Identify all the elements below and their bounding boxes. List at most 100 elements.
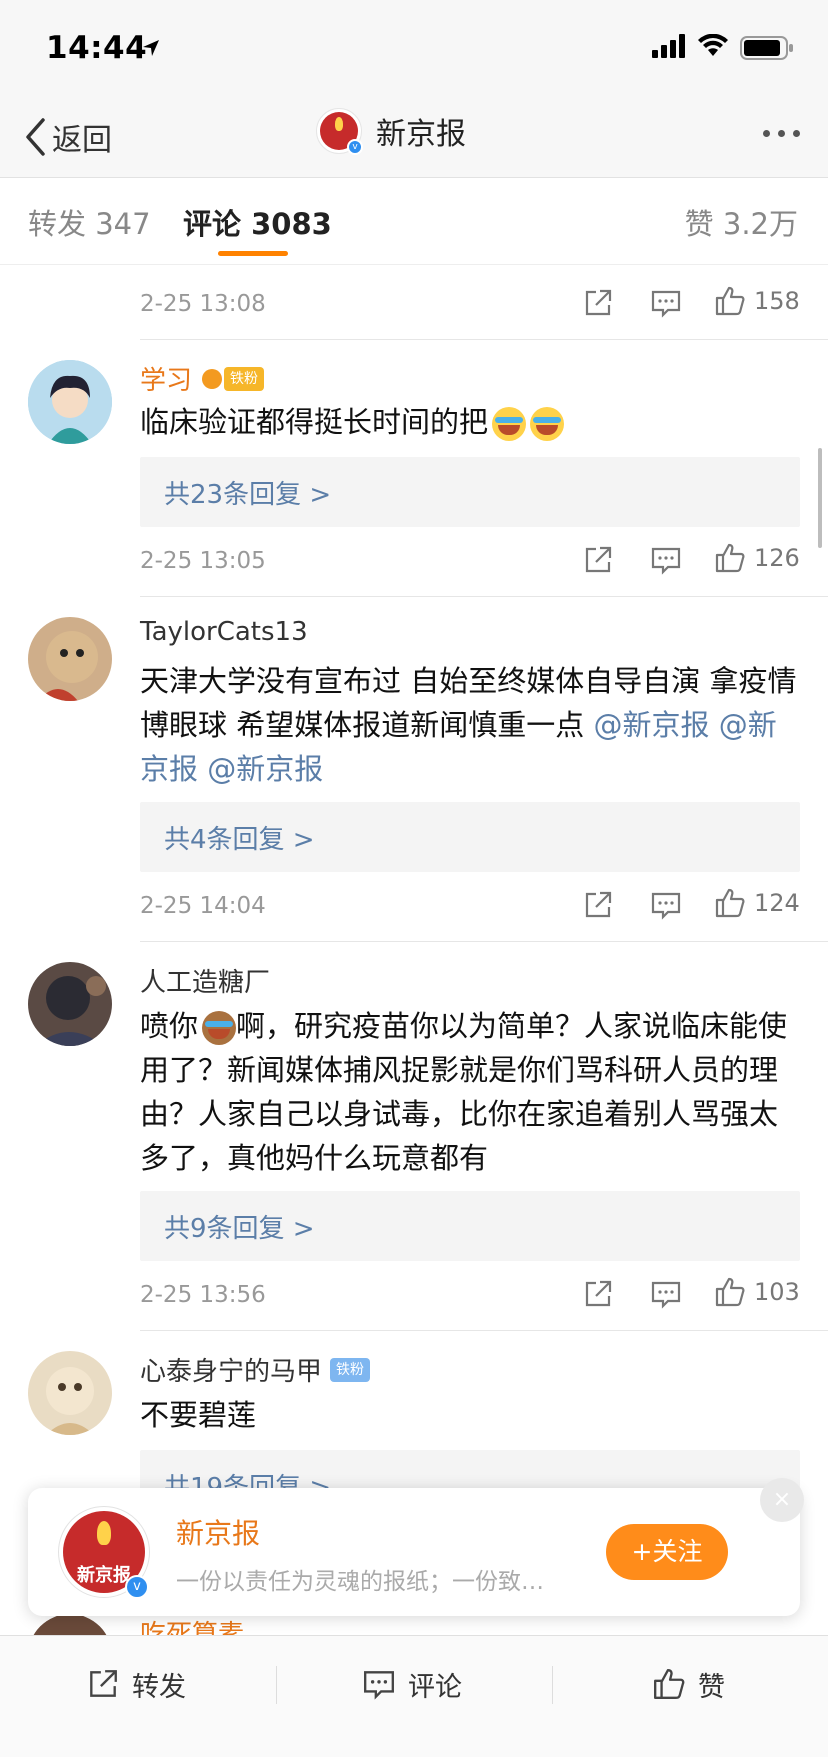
thumbs-up-icon xyxy=(715,543,745,573)
back-label: 返回 xyxy=(52,123,112,158)
repost-label: 转发 xyxy=(132,1671,186,1703)
repost-button[interactable]: 转发 xyxy=(86,1664,186,1704)
comment-meta-row: 2-25 14:04 124 xyxy=(140,887,800,927)
comment-username[interactable]: TaylorCats13 xyxy=(140,617,308,647)
like-button[interactable]: 124 xyxy=(714,887,800,919)
comment-text: 天津大学没有宣布过 自始至终媒体自导自演 拿疫情博眼球 希望媒体报道新闻慎重一点… xyxy=(140,659,800,791)
replies-label: 共9条回复 > xyxy=(164,1214,315,1244)
close-icon[interactable]: × xyxy=(760,1478,804,1522)
replies-label: 共23条回复 > xyxy=(164,480,332,510)
tab-comment[interactable]: 评论 3083 xyxy=(183,201,332,243)
comment-body: 不要碧莲 xyxy=(140,1398,257,1432)
follow-suggestion-card: 新京报 v 新京报 一份以责任为灵魂的报纸；一份致… +关注 × xyxy=(28,1478,804,1616)
tab-like[interactable]: 赞 3.2万 xyxy=(685,201,798,243)
avatar-image xyxy=(28,360,112,444)
like-count: 124 xyxy=(754,889,800,917)
status-bar: 14:44 xyxy=(0,0,828,100)
avatar[interactable] xyxy=(28,1351,112,1435)
comment-text: 喷你 啊，研究疫苗你以为简单？人家说临床能使用了？新闻媒体捕风捉影就是你们骂科研人… xyxy=(140,1004,800,1180)
follow-button[interactable]: +关注 xyxy=(606,1524,728,1580)
card-account-name[interactable]: 新京报 xyxy=(176,1512,260,1552)
username-text: 心泰身宁的马甲 xyxy=(140,1357,323,1387)
username-text: 学习 xyxy=(140,366,193,396)
comment-time: 2-25 13:56 xyxy=(140,1282,266,1308)
reply-icon[interactable] xyxy=(650,287,682,319)
username-text: 人工造糖厂 xyxy=(140,968,271,998)
bottom-toolbar: 转发 评论 赞 xyxy=(0,1635,828,1757)
share-icon[interactable] xyxy=(582,889,614,921)
status-time: 14:44 xyxy=(46,30,148,66)
share-icon[interactable] xyxy=(582,1278,614,1310)
reply-icon[interactable] xyxy=(650,544,682,576)
divider xyxy=(276,1666,277,1704)
like-count: 103 xyxy=(754,1278,800,1306)
more-options-icon[interactable] xyxy=(763,130,800,137)
comment-username[interactable]: 学习 铁粉 xyxy=(140,360,265,397)
location-arrow-icon xyxy=(143,40,159,56)
comment-body: 啊，研究疫苗你以为简单？人家说临床能使用了？新闻媒体捕风捉影就是你们骂科研人员的… xyxy=(140,1009,788,1175)
like-label: 赞 xyxy=(698,1671,725,1703)
verified-badge-icon: v xyxy=(347,139,363,155)
cellular-signal-icon xyxy=(652,34,685,58)
comment-time: 2-25 13:08 xyxy=(140,291,266,317)
like-button[interactable]: 158 xyxy=(714,285,800,317)
like-count: 126 xyxy=(754,544,800,572)
back-button[interactable]: 返回 xyxy=(24,112,112,162)
fan-badge: 铁粉 xyxy=(330,1357,371,1382)
verified-badge-icon: v xyxy=(125,1575,149,1599)
account-avatar: v xyxy=(316,108,363,155)
divider xyxy=(140,339,828,340)
reply-icon[interactable] xyxy=(650,889,682,921)
thumbs-up-icon xyxy=(654,1669,685,1699)
replies-label: 共4条回复 > xyxy=(164,825,315,855)
comment-button[interactable]: 评论 xyxy=(362,1664,462,1704)
chevron-left-icon xyxy=(26,118,45,156)
reply-icon[interactable] xyxy=(650,1278,682,1310)
comment-username[interactable]: 人工造糖厂 xyxy=(140,962,270,999)
battery-icon xyxy=(740,36,793,60)
comment-text: 不要碧莲 xyxy=(140,1393,800,1437)
comment-icon xyxy=(364,1671,394,1700)
share-icon[interactable] xyxy=(582,544,614,576)
view-replies-button[interactable]: 共4条回复 > xyxy=(140,802,800,872)
share-icon[interactable] xyxy=(582,287,614,319)
avatar[interactable] xyxy=(28,617,112,701)
avatar[interactable] xyxy=(28,360,112,444)
username-text: TaylorCats13 xyxy=(140,617,308,647)
avatar-image xyxy=(28,617,112,701)
mention-link[interactable]: @新京报 xyxy=(207,752,323,786)
mention-link[interactable]: @新京报 xyxy=(593,708,709,742)
comment-label: 评论 xyxy=(408,1671,462,1703)
comment-meta-row: 2-25 13:56 103 xyxy=(140,1276,800,1316)
like-button[interactable]: 126 xyxy=(714,542,800,574)
tab-repost[interactable]: 转发 347 xyxy=(28,201,151,243)
avatar[interactable] xyxy=(28,962,112,1046)
thumbs-up-icon xyxy=(715,888,745,918)
comment-time: 2-25 14:04 xyxy=(140,893,266,919)
weibo-comments-screen: 14:44 返回 v 新京报 转发 347 评论 3083 赞 3.2万 2-2… xyxy=(0,0,828,1757)
account-avatar[interactable]: 新京报 v xyxy=(58,1506,150,1599)
repost-icon xyxy=(90,1670,117,1697)
divider xyxy=(140,596,828,597)
comment-meta-row: 2-25 13:05 126 xyxy=(140,542,800,582)
crying-laugh-emoji-icon xyxy=(530,407,565,441)
active-tab-indicator xyxy=(218,251,288,256)
navigation-bar: 返回 v 新京报 xyxy=(0,100,828,178)
crying-laugh-emoji-icon xyxy=(492,407,527,441)
comment-body: 喷你 xyxy=(140,1009,199,1043)
tab-bar: 转发 347 评论 3083 赞 3.2万 xyxy=(0,179,828,265)
thumbs-up-icon xyxy=(715,1277,745,1307)
card-account-description: 一份以责任为灵魂的报纸；一份致… xyxy=(176,1569,544,1595)
nav-account[interactable]: v 新京报 xyxy=(316,108,466,155)
comment-meta-row: 2-25 13:08 158 xyxy=(140,285,800,325)
comment-body: 临床验证都得挺长时间的把 xyxy=(140,405,489,439)
view-replies-button[interactable]: 共9条回复 > xyxy=(140,1191,800,1261)
like-button[interactable]: 赞 xyxy=(652,1664,725,1704)
comment-username[interactable]: 心泰身宁的马甲 铁粉 xyxy=(140,1351,371,1388)
horse-emoji-icon xyxy=(202,1011,237,1045)
view-replies-button[interactable]: 共23条回复 > xyxy=(140,457,800,527)
like-button[interactable]: 103 xyxy=(714,1276,800,1308)
like-count: 158 xyxy=(754,287,800,315)
thumbs-up-icon xyxy=(715,286,745,316)
comment-time: 2-25 13:05 xyxy=(140,548,266,574)
